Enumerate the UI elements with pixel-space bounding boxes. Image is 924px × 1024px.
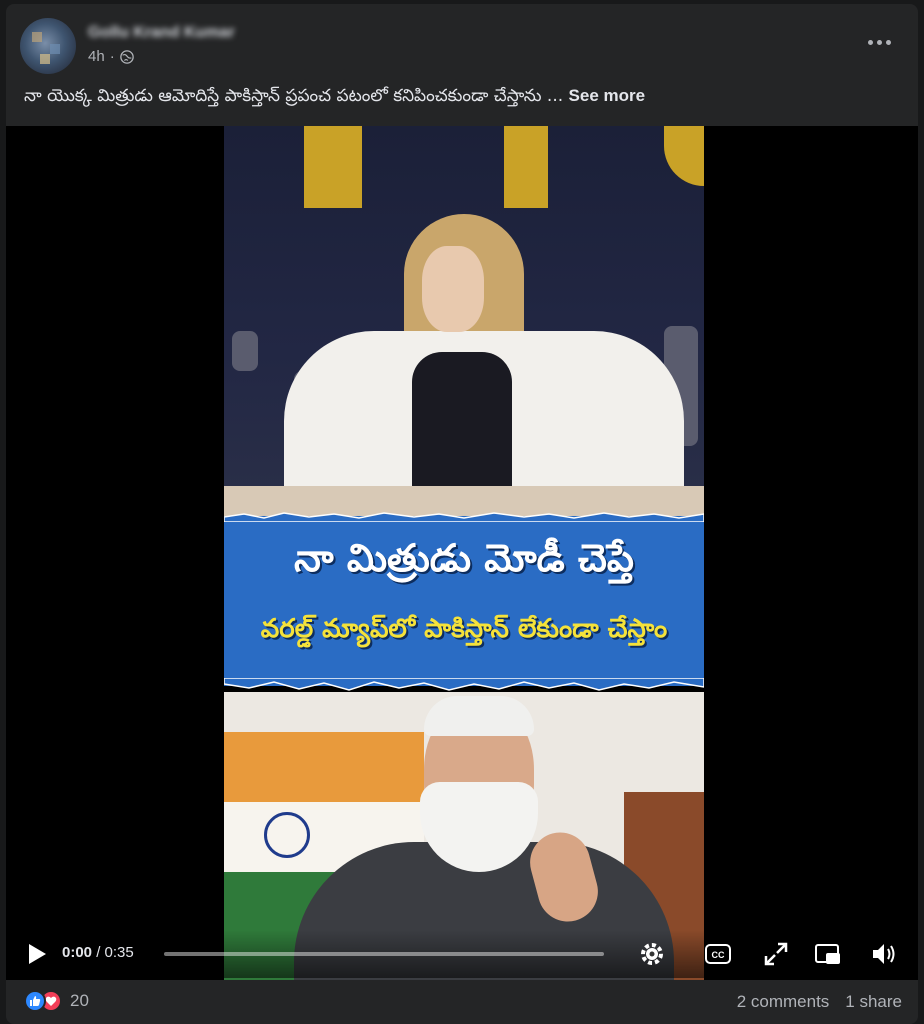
avatar[interactable]	[20, 18, 76, 74]
fullscreen-icon[interactable]	[762, 940, 790, 968]
shares-link[interactable]: 1 share	[845, 992, 902, 1012]
caption-text: నా యొక్క మిత్రుడు ఆమోదిస్తే పాకిస్తాన్ ప…	[24, 86, 569, 106]
duration: / 0:35	[96, 944, 134, 961]
more-options-button[interactable]	[864, 32, 894, 52]
comments-link[interactable]: 2 comments	[737, 992, 830, 1012]
volume-icon[interactable]	[870, 940, 898, 968]
more-dot-icon	[885, 39, 891, 45]
current-time: 0:00	[62, 944, 93, 961]
picture-in-picture-icon[interactable]	[814, 940, 842, 968]
play-icon[interactable]	[26, 942, 48, 966]
post-header: Gollu Krand Kumar 4h ·	[20, 18, 904, 78]
video-scene-speaker	[224, 126, 704, 522]
reactions-summary[interactable]: 20	[24, 990, 89, 1012]
banner-subheadline: వరల్డ్ మ్యాప్‌లో పాకిస్తాన్ లేకుండా చేస్…	[260, 614, 668, 644]
meta-separator: ·	[109, 48, 115, 65]
reaction-count: 20	[70, 991, 89, 1010]
svg-text:CC: CC	[712, 950, 725, 960]
torn-edge-top	[224, 512, 704, 522]
video-frame[interactable]: నా మిత్రుడు మోడీ చెప్తే వరల్డ్ మ్యాప్‌లో…	[224, 126, 704, 980]
captions-icon[interactable]: CC	[704, 940, 732, 968]
settings-icon[interactable]	[638, 940, 666, 968]
see-more-link[interactable]: See more	[569, 86, 646, 105]
post-footer: 20 2 comments 1 share	[6, 980, 918, 1024]
video-controls: 0:00 / 0:35 CC	[6, 930, 918, 978]
more-dot-icon	[867, 39, 873, 45]
globe-icon	[119, 49, 134, 64]
post-time[interactable]: 4h	[88, 48, 105, 65]
engagement-stats: 2 comments 1 share	[737, 992, 902, 1012]
banner-headline: నా మిత్రుడు మోడీ చెప్తే	[294, 536, 634, 580]
video-player[interactable]: నా మిత్రుడు మోడీ చెప్తే వరల్డ్ మ్యాప్‌లో…	[6, 126, 918, 980]
more-dot-icon	[876, 39, 882, 45]
author-name[interactable]: Gollu Krand Kumar	[88, 24, 235, 42]
post-caption: నా యొక్క మిత్రుడు ఆమోదిస్తే పాకిస్తాన్ ప…	[24, 86, 904, 110]
torn-edge-bottom	[224, 678, 704, 691]
like-reaction-icon	[24, 990, 46, 1012]
video-time: 0:00 / 0:35	[62, 944, 134, 961]
progress-bar[interactable]	[164, 952, 604, 956]
post-meta: 4h ·	[88, 48, 134, 65]
